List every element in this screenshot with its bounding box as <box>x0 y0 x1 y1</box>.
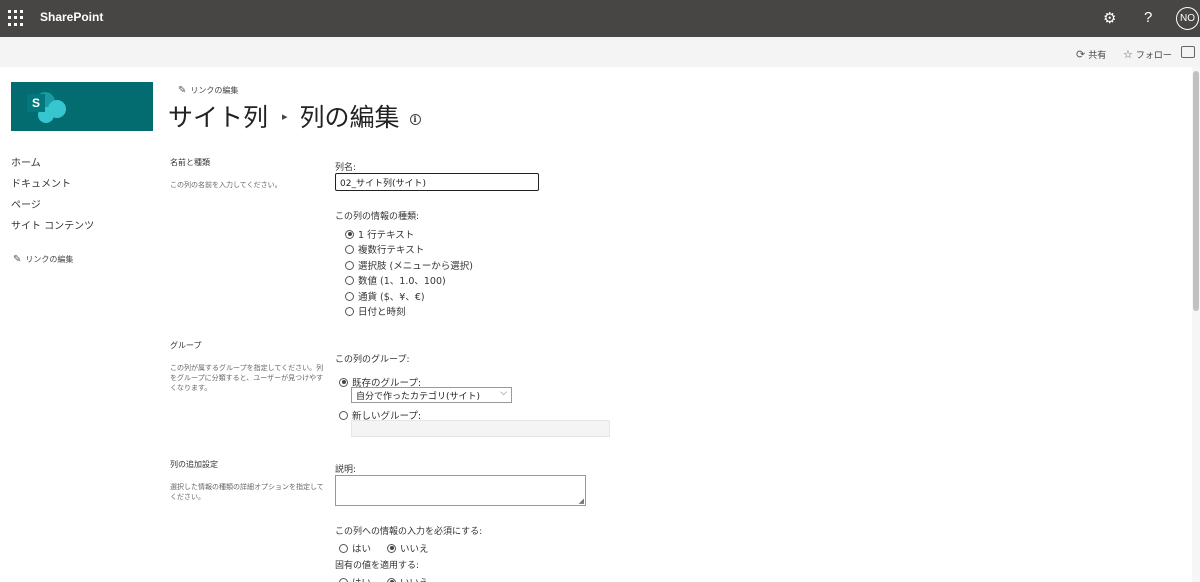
unique-yes-label[interactable]: はい <box>352 575 371 582</box>
breadcrumb-separator-icon: ▸ <box>282 109 288 123</box>
share-button[interactable]: ⟳ 共有 <box>1076 48 1106 61</box>
radio-selected-icon[interactable] <box>387 543 397 553</box>
section-title-group: グループ <box>170 341 202 350</box>
type-option-label: 複数行テキスト <box>358 245 425 256</box>
section-desc-additional: 選択した情報の種類の詳細オプションを指定してください。 <box>170 483 324 501</box>
nav-item-site-contents[interactable]: サイト コンテンツ <box>11 221 151 242</box>
description-textarea[interactable]: ◢ <box>335 475 586 506</box>
section-title-additional: 列の追加設定 <box>170 460 218 469</box>
unique-no-label[interactable]: いいえ <box>400 575 429 582</box>
column-name-label: 列名: <box>335 163 357 173</box>
scrollbar[interactable] <box>1192 67 1200 582</box>
share-icon: ⟳ <box>1076 48 1086 61</box>
unique-label: 固有の値を適用する: <box>335 561 420 571</box>
type-option-multi-line[interactable]: 複数行テキスト <box>345 242 424 256</box>
info-icon[interactable]: i <box>409 113 421 125</box>
type-option-single-line[interactable]: 1 行テキスト <box>345 227 414 241</box>
section-title-name-type: 名前と種類 <box>170 158 210 167</box>
top-edit-links-label: リンクの編集 <box>190 86 239 95</box>
avatar[interactable]: NO <box>1176 7 1199 30</box>
section-desc-group: この列が属するグループを指定してください。列をグループに分類すると、ユーザーが見… <box>170 364 324 392</box>
help-icon[interactable]: ? <box>1144 9 1152 27</box>
left-navigation: ホーム ドキュメント ページ サイト コンテンツ <box>11 158 151 242</box>
radio-icon[interactable] <box>345 275 354 285</box>
section-desc-name-type: この列の名前を入力してください。 <box>170 181 282 189</box>
column-type-label: この列の情報の種類: <box>335 212 420 222</box>
command-bar: ⟳ 共有 ☆ フォロー <box>0 37 1200 67</box>
page-title-text: 列の編集 <box>299 103 400 132</box>
new-group-input[interactable] <box>351 420 610 437</box>
type-option-label: 1 行テキスト <box>358 230 415 241</box>
breadcrumb-site-columns[interactable]: サイト列 <box>168 98 268 134</box>
radio-selected-icon[interactable] <box>345 229 354 239</box>
existing-group-select[interactable]: 自分で作ったカテゴリ(サイト) ⌵ <box>351 387 512 403</box>
follow-label: フォロー <box>1135 51 1172 61</box>
star-icon: ☆ <box>1123 48 1133 61</box>
suite-bar: SharePoint ⚙ ? NO <box>0 0 1200 37</box>
brand-name[interactable]: SharePoint <box>40 10 103 24</box>
radio-icon[interactable] <box>345 306 354 316</box>
radio-icon[interactable] <box>345 260 354 270</box>
radio-selected-icon[interactable] <box>339 377 348 387</box>
type-option-currency[interactable]: 通貨 ($、¥、€) <box>345 289 425 303</box>
pencil-icon: ✎ <box>13 254 22 265</box>
resize-grip-icon[interactable]: ◢ <box>579 497 584 505</box>
radio-selected-icon[interactable] <box>387 577 397 582</box>
nav-edit-links-label: リンクの編集 <box>25 255 74 264</box>
group-label: この列のグループ: <box>335 355 410 365</box>
column-name-input[interactable] <box>335 173 539 191</box>
description-label: 説明: <box>335 465 357 475</box>
radio-icon[interactable] <box>345 291 354 301</box>
unique-options: はい いいえ <box>339 575 429 582</box>
share-label: 共有 <box>1088 51 1107 61</box>
required-options: はい いいえ <box>339 541 429 555</box>
pencil-icon: ✎ <box>178 85 187 96</box>
nav-item-home[interactable]: ホーム <box>11 158 151 179</box>
app-launcher-icon[interactable] <box>6 9 24 27</box>
top-edit-links[interactable]: ✎ リンクの編集 <box>178 85 238 96</box>
type-option-label: 日付と時刻 <box>358 307 406 318</box>
site-logo[interactable]: S <box>11 82 153 131</box>
scrollbar-thumb[interactable] <box>1193 71 1199 311</box>
type-option-label: 通貨 ($、¥、€) <box>358 292 425 303</box>
settings-icon[interactable]: ⚙ <box>1103 9 1116 27</box>
type-option-choice[interactable]: 選択肢 (メニューから選択) <box>345 258 473 272</box>
type-option-datetime[interactable]: 日付と時刻 <box>345 304 406 318</box>
radio-icon[interactable] <box>339 543 348 553</box>
type-option-label: 数値 (1、1.0、100) <box>358 276 446 287</box>
page-title: サイト列 ▸ 列の編集 i <box>168 98 421 134</box>
focus-mode-icon[interactable] <box>1181 46 1195 58</box>
nav-edit-links[interactable]: ✎ リンクの編集 <box>13 254 73 265</box>
existing-group-value: 自分で作ったカテゴリ(サイト) <box>356 392 481 402</box>
nav-item-documents[interactable]: ドキュメント <box>11 179 151 200</box>
type-option-number[interactable]: 数値 (1、1.0、100) <box>345 273 446 287</box>
required-no-label[interactable]: いいえ <box>400 541 429 555</box>
required-yes-label[interactable]: はい <box>352 541 371 555</box>
radio-icon[interactable] <box>339 577 348 582</box>
radio-icon[interactable] <box>339 410 348 420</box>
required-label: この列への情報の入力を必須にする: <box>335 527 483 537</box>
radio-icon[interactable] <box>345 244 354 254</box>
chevron-down-icon: ⌵ <box>500 388 507 398</box>
nav-item-pages[interactable]: ページ <box>11 200 151 221</box>
type-option-label: 選択肢 (メニューから選択) <box>358 261 473 272</box>
follow-button[interactable]: ☆ フォロー <box>1123 48 1172 61</box>
logo-letter: S <box>27 94 45 112</box>
